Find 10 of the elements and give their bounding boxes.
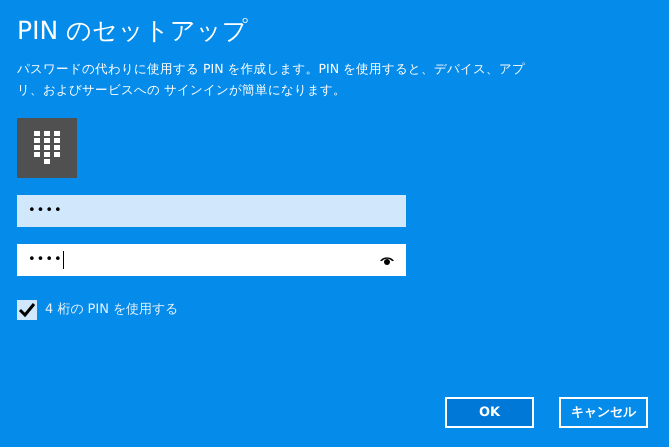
pin-field[interactable]: ••••	[17, 195, 406, 227]
description-text: パスワードの代わりに使用する PIN を作成します。PIN を使用すると、デバイス、アプリ、およびサービスへの サインインが簡単になります。	[17, 60, 526, 99]
dialog-title: PIN のセットアップ	[17, 15, 250, 47]
cancel-button[interactable]: キャンセル	[559, 397, 648, 428]
checkbox-icon[interactable]	[17, 300, 37, 320]
ok-button[interactable]: OK	[445, 397, 534, 428]
pin-field[interactable]: ••••	[17, 244, 406, 276]
keypad-icon	[17, 118, 77, 178]
four-digit-checkbox[interactable]: 4 桁の PIN を使用する	[17, 300, 652, 320]
eye-icon[interactable]	[379, 255, 395, 265]
